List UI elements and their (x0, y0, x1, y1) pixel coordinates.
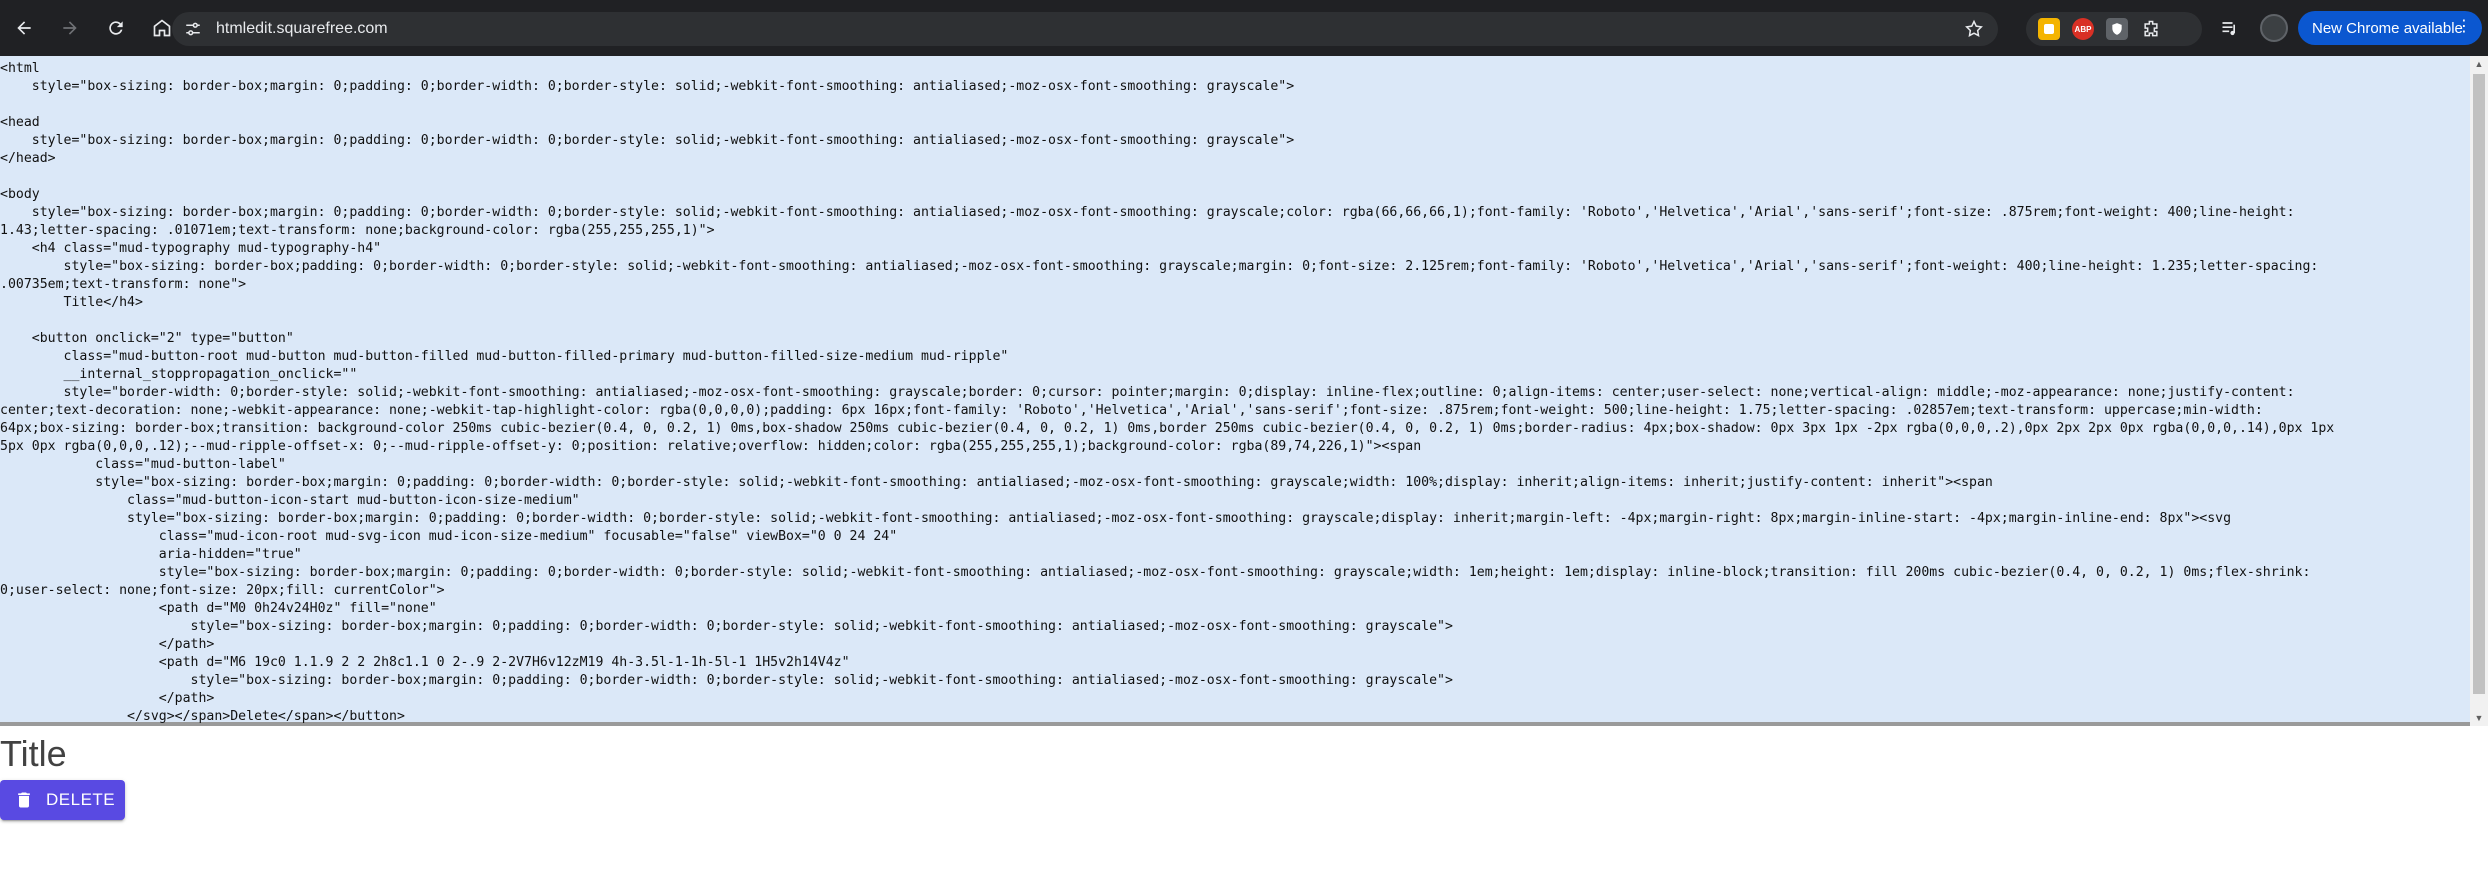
code-line: style="box-sizing: border-box;margin: 0;… (0, 474, 1993, 490)
code-line: style="box-sizing: border-box;padding: 0… (0, 258, 2319, 274)
code-line: style="border-width: 0;border-style: sol… (0, 384, 2295, 400)
arrow-right-icon (63, 21, 77, 35)
update-chrome-button[interactable]: New Chrome available ⋮ (2298, 11, 2482, 45)
arrow-left-icon (17, 21, 31, 35)
code-line: class="mud-button-label" (0, 456, 286, 472)
code-line: class="mud-button-root mud-button mud-bu… (0, 348, 1009, 364)
code-line: <html (0, 61, 40, 76)
scroll-down-arrow-icon[interactable]: ▼ (2470, 710, 2488, 726)
code-line: </head> (0, 150, 56, 166)
address-bar[interactable]: htmledit.squarefree.com (172, 12, 1998, 46)
code-line: </path> (0, 636, 215, 652)
bookmark-star-icon[interactable] (1964, 19, 1984, 39)
media-queue-icon[interactable] (2218, 16, 2242, 40)
code-line: center;text-decoration: none;-webkit-app… (0, 402, 2263, 418)
code-line: </path> (0, 690, 215, 706)
more-menu-icon[interactable]: ⋮ (2456, 18, 2472, 36)
code-line: style="box-sizing: border-box;margin: 0;… (0, 510, 2232, 526)
forward-button[interactable] (54, 12, 86, 44)
update-label: New Chrome available (2312, 19, 2463, 37)
delete-button[interactable]: DELETE (0, 780, 125, 820)
shield-extension-icon[interactable] (2106, 18, 2128, 40)
code-line: style="box-sizing: border-box;margin: 0;… (0, 618, 1453, 634)
editor-scrollbar[interactable]: ▲ ▼ (2470, 56, 2488, 726)
preview-title: Title (0, 733, 67, 774)
site-info-icon[interactable] (180, 16, 206, 42)
code-line: 5px 0px rgba(0,0,0,.12);--mud-ripple-off… (0, 438, 1422, 454)
browser-toolbar: htmledit.squarefree.com ABP New Chrome a… (0, 0, 2488, 56)
code-line: </svg></span>Delete</span></button> (0, 708, 405, 724)
adblock-plus-icon[interactable]: ABP (2072, 18, 2094, 40)
reload-icon (109, 21, 123, 35)
code-line: style="box-sizing: border-box;margin: 0;… (0, 79, 1295, 94)
profile-avatar[interactable] (2260, 14, 2288, 42)
reload-button[interactable] (100, 12, 132, 44)
code-line: <h4 class="mud-typography mud-typography… (0, 240, 382, 256)
code-line: <head (0, 114, 40, 130)
code-line: style="box-sizing: border-box;margin: 0;… (0, 564, 2311, 580)
home-icon (153, 19, 171, 37)
back-button[interactable] (8, 12, 40, 44)
yellow-extension-icon[interactable] (2038, 18, 2060, 40)
code-line: __internal_stoppropagation_onclick="" (0, 366, 358, 382)
code-line: style="box-sizing: border-box;margin: 0;… (0, 204, 2295, 220)
code-line: class="mud-button-icon-start mud-button-… (0, 492, 580, 508)
scroll-up-arrow-icon[interactable]: ▲ (2470, 56, 2488, 72)
toolbar-right-icons (2218, 14, 2288, 42)
code-line: class="mud-icon-root mud-svg-icon mud-ic… (0, 528, 898, 544)
extensions-bar: ABP (2026, 12, 2202, 46)
code-line: style="box-sizing: border-box;margin: 0;… (0, 672, 1453, 688)
code-line: 0;user-select: none;font-size: 20px;fill… (0, 582, 445, 598)
delete-button-label: DELETE (46, 790, 116, 809)
code-line: style="box-sizing: border-box;margin: 0;… (0, 132, 1295, 148)
code-line: <path d="M0 0h24v24H0z" fill="none" (0, 600, 437, 616)
code-line: 1.43;letter-spacing: .01071em;text-trans… (0, 222, 715, 238)
code-line: 64px;box-sizing: border-box;transition: … (0, 420, 2335, 436)
code-line: .00735em;text-transform: none"> (0, 276, 247, 292)
preview-pane: Title DELETE (0, 730, 2488, 885)
code-line: aria-hidden="true" (0, 546, 302, 562)
scrollbar-thumb[interactable] (2473, 74, 2485, 694)
code-line: Title</h4> (0, 294, 143, 310)
source-editor[interactable]: <html style="box-sizing: border-box;marg… (0, 56, 2488, 726)
code-line: <button onclick="2" type="button" (0, 330, 294, 346)
url-text[interactable]: htmledit.squarefree.com (216, 20, 388, 38)
extensions-puzzle-icon[interactable] (2140, 18, 2162, 40)
code-line: <body (0, 186, 40, 202)
code-line: <path d="M6 19c0 1.1.9 2 2 2h8c1.1 0 2-.… (0, 654, 850, 670)
trash-icon (18, 792, 30, 808)
source-code-textarea[interactable]: <html style="box-sizing: border-box;marg… (0, 60, 2470, 726)
